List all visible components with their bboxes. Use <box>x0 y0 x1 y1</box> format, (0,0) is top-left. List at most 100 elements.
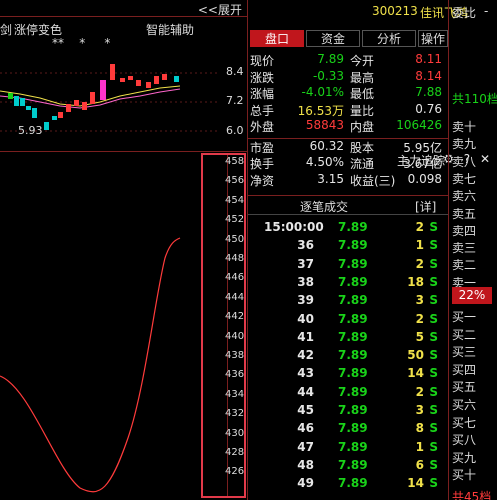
vertical-divider <box>247 0 248 500</box>
trade-time: 42 <box>297 348 314 363</box>
trade-time: 15:00:00 <box>264 220 324 234</box>
orderbook-buy-level: 买五 <box>452 380 477 395</box>
quote-row: 换手 4.50% 流通 3.67亿 <box>250 155 446 171</box>
trade-volume: 2 <box>415 384 424 399</box>
orderbook-sell-level: 卖十 <box>452 120 477 134</box>
orderbook-sell-level: 卖八 <box>452 154 477 169</box>
quote-label: 外盘 <box>250 120 275 134</box>
tab-pankou[interactable]: 盘口 <box>250 30 304 47</box>
trade-side: S <box>429 220 438 234</box>
quote-label: 收益(三) <box>350 173 396 188</box>
orderbook-sell-level: 卖五 <box>452 206 477 221</box>
quote-label: 最高 <box>350 70 375 85</box>
trades-detail-link[interactable]: [详] <box>415 198 436 215</box>
trade-price: 7.89 <box>338 348 368 363</box>
orderbook-sell-level: 卖三 <box>452 241 477 256</box>
oscillator-svg <box>0 237 181 493</box>
tab-caozuo[interactable]: 操作 <box>418 30 448 47</box>
trade-time: 41 <box>297 329 314 344</box>
quote-value: -0.33 <box>312 68 344 83</box>
quote-divider <box>248 138 448 139</box>
quote-label: 涨跌 <box>250 70 275 85</box>
trade-volume: 18 <box>407 274 424 289</box>
scale-label: 438 <box>225 350 245 361</box>
chart-divider <box>0 151 248 152</box>
trade-side: S <box>429 293 438 308</box>
scale-label: 440 <box>225 330 245 342</box>
trade-row: 42 7.89 50 S <box>250 348 448 367</box>
quote-row: 市盈 60.32 股本 5.95亿 <box>250 139 446 155</box>
quote-label: 最低 <box>350 87 375 101</box>
scale-label: 446 <box>225 272 245 284</box>
orderbook-sell-level: 卖四 <box>452 223 477 238</box>
orderbook-buy-level: 买七 <box>452 415 477 430</box>
trade-time: 47 <box>297 439 314 454</box>
oscillator-chart[interactable] <box>0 168 200 500</box>
kline-price-label: 6.0 <box>226 124 244 137</box>
trade-volume: 14 <box>407 366 424 381</box>
stock-code: 300213 <box>372 4 418 18</box>
orderbook-sell-level: 卖六 <box>452 189 477 204</box>
trade-price: 7.89 <box>338 256 368 271</box>
trade-volume: 50 <box>407 348 424 363</box>
scale-label: 456 <box>225 175 245 187</box>
trade-time: 45 <box>297 403 314 417</box>
scale-label: 426 <box>225 466 245 478</box>
low-price-mark: 5.93 <box>18 124 43 137</box>
scale-label: 436 <box>225 369 245 381</box>
orderbook-percent-badge: 22% <box>452 287 492 304</box>
quote-value: 4.50% <box>305 155 344 169</box>
quote-label: 市盈 <box>250 140 275 155</box>
quote-label: 内盘 <box>350 120 375 134</box>
trade-volume: 1 <box>415 439 424 454</box>
quote-value: 7.88 <box>415 85 442 99</box>
orderbook-sell-level: 卖九 <box>452 137 477 152</box>
trade-row: 40 7.89 2 S <box>250 312 448 331</box>
trade-volume: 3 <box>415 293 424 308</box>
scale-label: 430 <box>225 427 245 439</box>
quote-row: 净资 3.15 收益(三) 0.098 <box>250 172 446 188</box>
expand-button[interactable]: <<展开 <box>198 1 242 18</box>
scale-label: 452 <box>225 214 245 226</box>
trade-volume: 1 <box>415 238 424 253</box>
trade-row: 44 7.89 2 S <box>250 385 448 404</box>
trade-row: 38 7.89 18 S <box>250 275 448 294</box>
orderbook-ratio-label: 委比 <box>452 6 477 20</box>
trade-volume: 14 <box>407 476 424 491</box>
trade-time: 48 <box>297 457 314 472</box>
trade-price: 7.89 <box>338 439 368 454</box>
scale-label: 432 <box>225 408 245 420</box>
scale-label: 454 <box>225 194 245 206</box>
quote-value: 58843 <box>305 118 344 132</box>
kline-chart[interactable]: ** * * 5.93 8.4 7.2 6.0 <box>0 36 248 150</box>
trade-time: 43 <box>297 366 314 381</box>
trade-row: 37 7.89 2 S <box>250 257 448 276</box>
tab-zijin[interactable]: 资金 <box>306 30 360 47</box>
trade-price: 7.89 <box>338 220 368 234</box>
trade-volume: 2 <box>415 311 424 326</box>
quote-label: 今开 <box>350 54 375 68</box>
chart-header: <<展开 <box>0 0 248 17</box>
scale-label: 458 <box>225 156 245 167</box>
orderbook-buy-level: 买一 <box>452 310 477 324</box>
quote-row: 总手 16.53万 量比 0.76 <box>250 102 446 118</box>
orderbook-ratio-value: - <box>484 4 489 18</box>
trade-time: 46 <box>297 421 314 436</box>
orderbook-sell-level: 卖七 <box>452 171 477 186</box>
orderbook-buy-level: 买四 <box>452 362 477 377</box>
trade-side: S <box>429 256 438 271</box>
quote-row: 涨跌 -0.33 最高 8.14 <box>250 69 446 85</box>
trade-row: 41 7.89 5 S <box>250 330 448 349</box>
tab-fenxi[interactable]: 分析 <box>362 30 416 47</box>
trade-price: 7.89 <box>338 274 368 289</box>
orderbook-buy-level: 买二 <box>452 327 477 342</box>
trade-time: 40 <box>297 311 314 326</box>
scale-label: 428 <box>225 447 245 458</box>
quote-value: 16.53万 <box>297 103 344 118</box>
quote-value: 7.89 <box>317 52 344 66</box>
trade-price: 7.89 <box>338 311 368 326</box>
trade-time: 49 <box>297 476 314 491</box>
trade-row: 43 7.89 14 S <box>250 366 448 385</box>
kline-price-label: 8.4 <box>226 65 244 78</box>
trade-price: 7.89 <box>338 384 368 399</box>
